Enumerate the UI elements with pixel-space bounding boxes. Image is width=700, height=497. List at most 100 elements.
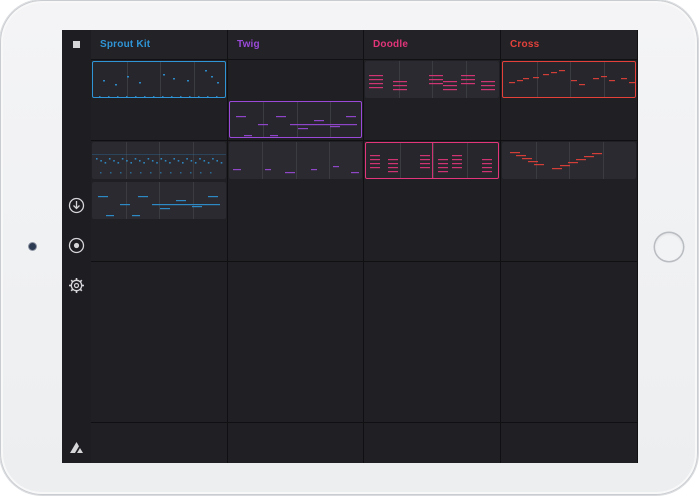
note-mark bbox=[126, 96, 128, 97]
note-mark bbox=[290, 124, 357, 126]
clip-cross[interactable] bbox=[502, 61, 636, 98]
clip-sprout-kit[interactable] bbox=[92, 141, 226, 179]
clip-sprout-kit[interactable] bbox=[92, 181, 226, 219]
note-mark bbox=[100, 171, 102, 174]
note-mark bbox=[207, 96, 209, 97]
note-mark bbox=[467, 142, 468, 178]
settings-button[interactable] bbox=[68, 277, 85, 294]
note-mark bbox=[103, 80, 105, 82]
note-mark bbox=[160, 171, 162, 174]
note-mark bbox=[150, 171, 152, 174]
note-mark bbox=[388, 166, 398, 168]
clip-slot[interactable] bbox=[501, 301, 638, 343]
note-mark bbox=[329, 141, 330, 179]
clip-slot[interactable] bbox=[228, 342, 364, 384]
note-mark bbox=[130, 161, 132, 164]
clip-slot[interactable] bbox=[364, 261, 501, 303]
clip-slot[interactable] bbox=[364, 221, 501, 263]
note-mark bbox=[522, 157, 532, 159]
clip-slot[interactable] bbox=[228, 180, 364, 222]
clip-slot[interactable] bbox=[364, 100, 501, 142]
clip-slot[interactable] bbox=[91, 301, 228, 343]
clip-slot[interactable] bbox=[228, 301, 364, 343]
clip-slot[interactable] bbox=[501, 342, 638, 384]
note-mark bbox=[108, 96, 110, 97]
clip-slot[interactable] bbox=[91, 342, 228, 384]
clip-twig[interactable] bbox=[229, 141, 362, 179]
note-mark bbox=[333, 165, 339, 167]
track-header-twig[interactable]: Twig bbox=[228, 30, 364, 60]
clip-cross[interactable] bbox=[502, 141, 636, 179]
stop-icon[interactable] bbox=[73, 41, 80, 48]
download-button[interactable] bbox=[68, 197, 85, 214]
clip-slot[interactable] bbox=[364, 342, 501, 384]
clip-slot[interactable] bbox=[228, 261, 364, 303]
clip-slot[interactable] bbox=[364, 422, 501, 463]
note-mark bbox=[160, 157, 163, 160]
record-button[interactable] bbox=[68, 237, 85, 254]
note-mark bbox=[127, 76, 129, 78]
note-mark bbox=[621, 78, 627, 80]
track-header-cross[interactable]: Cross bbox=[501, 30, 638, 60]
track-header-sprout-kit[interactable]: Sprout Kit bbox=[91, 30, 228, 60]
note-mark bbox=[576, 158, 586, 160]
track-name: Doodle bbox=[373, 39, 409, 50]
clip-slot[interactable] bbox=[91, 100, 228, 142]
clip-slot[interactable] bbox=[91, 221, 228, 263]
clip-slot[interactable] bbox=[501, 261, 638, 303]
note-mark bbox=[429, 83, 443, 85]
app-logo-icon[interactable] bbox=[69, 441, 84, 454]
clip-slot[interactable] bbox=[91, 382, 228, 424]
clip-sprout-kit[interactable] bbox=[92, 61, 226, 98]
clip-slot[interactable] bbox=[501, 100, 638, 142]
note-mark bbox=[543, 74, 549, 76]
clip-twig[interactable] bbox=[229, 101, 362, 139]
note-mark bbox=[510, 151, 520, 153]
track-header-doodle[interactable]: Doodle bbox=[364, 30, 501, 60]
note-mark bbox=[438, 166, 448, 168]
note-mark bbox=[171, 96, 173, 97]
clip-doodle[interactable] bbox=[365, 61, 499, 98]
sidebar bbox=[62, 30, 91, 463]
clip-slot[interactable] bbox=[501, 422, 638, 463]
clip-slot[interactable] bbox=[228, 221, 364, 263]
clip-slot[interactable] bbox=[91, 261, 228, 303]
clip-slot[interactable] bbox=[228, 422, 364, 463]
note-mark bbox=[399, 61, 400, 98]
home-button[interactable] bbox=[655, 233, 683, 261]
clip-doodle[interactable] bbox=[365, 141, 499, 179]
clip-slot[interactable] bbox=[364, 180, 501, 222]
note-mark bbox=[169, 161, 171, 164]
clip-slot[interactable] bbox=[364, 301, 501, 343]
note-mark bbox=[151, 159, 154, 162]
app-screen: Sprout Kit Twig Doodle Cross bbox=[62, 30, 638, 463]
clip-slot[interactable] bbox=[364, 382, 501, 424]
clip-slot[interactable] bbox=[228, 382, 364, 424]
clip-pattern bbox=[370, 142, 492, 178]
clip-slot[interactable] bbox=[501, 221, 638, 263]
clip-slot[interactable] bbox=[91, 422, 228, 463]
note-mark bbox=[443, 89, 457, 91]
note-mark bbox=[189, 96, 191, 97]
clip-slot[interactable] bbox=[501, 180, 638, 222]
note-mark bbox=[164, 159, 167, 162]
note-mark bbox=[551, 72, 557, 74]
clip-slot[interactable] bbox=[228, 60, 364, 101]
note-mark bbox=[482, 162, 492, 164]
clip-slot[interactable] bbox=[501, 382, 638, 424]
note-mark bbox=[298, 128, 308, 130]
note-mark bbox=[186, 157, 188, 160]
note-mark bbox=[120, 171, 122, 174]
note-mark bbox=[604, 62, 605, 97]
note-mark bbox=[420, 158, 430, 160]
note-mark bbox=[601, 76, 607, 78]
note-mark bbox=[429, 75, 443, 77]
camera-icon bbox=[29, 243, 36, 250]
note-mark bbox=[461, 79, 475, 81]
note-mark bbox=[438, 158, 448, 160]
note-mark bbox=[296, 141, 297, 179]
note-mark bbox=[160, 207, 170, 210]
note-mark bbox=[190, 171, 192, 174]
note-mark bbox=[609, 80, 615, 82]
note-mark bbox=[393, 89, 407, 91]
